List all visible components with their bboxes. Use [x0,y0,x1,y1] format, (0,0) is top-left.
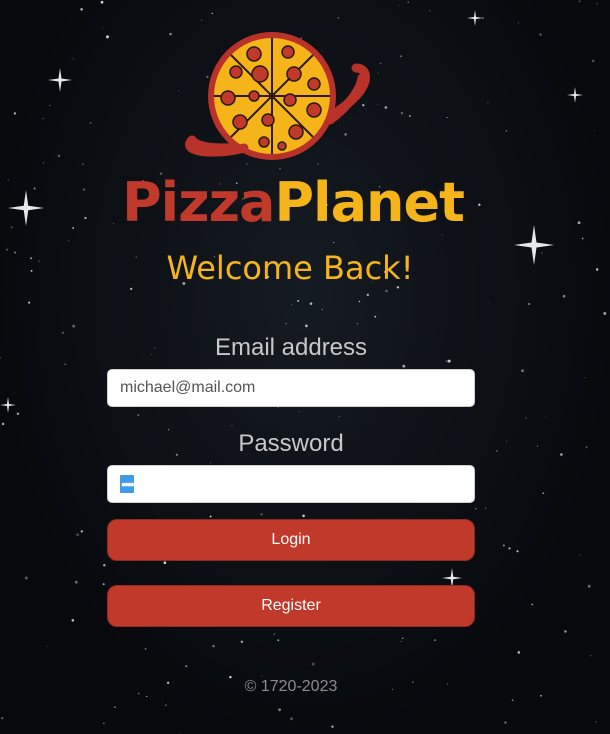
email-input[interactable] [107,369,475,407]
welcome-heading: Welcome Back! [166,249,414,287]
register-button[interactable]: Register [107,585,475,627]
pizza-planet-logo-icon [185,32,370,160]
brand-wordmark: PizzaPlanet [108,168,478,238]
password-value: •••• [120,475,135,493]
footer-copyright: © 1720-2023 [244,678,338,695]
login-page: PizzaPlanet Welcome Back! Email address … [0,0,610,734]
brand-name-part2: Planet [274,171,464,234]
brand-name-part1: Pizza [122,171,275,234]
password-input[interactable]: •••• [107,465,475,503]
login-button[interactable]: Login [107,519,475,561]
password-label: Password [238,430,344,457]
email-label: Email address [214,334,368,361]
